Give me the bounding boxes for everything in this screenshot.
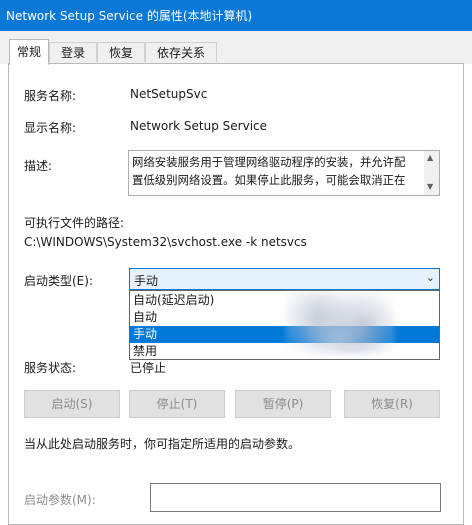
tab-general[interactable]: 常规 — [9, 39, 49, 65]
window-title: Network Setup Service 的属性(本地计算机) — [6, 9, 253, 23]
stop-button[interactable]: 停止(T) — [129, 390, 225, 418]
exe-path-label: 可执行文件的路径: — [24, 216, 125, 230]
description-label: 描述: — [24, 159, 53, 173]
tab-bar: 常规 登录 恢复 依存关系 — [0, 31, 472, 65]
start-params-hint: 当从此处启动服务时，你可指定所适用的启动参数。 — [24, 437, 301, 451]
tab-dependencies[interactable]: 依存关系 — [145, 42, 217, 62]
exe-path-value: C:\WINDOWS\System32\svchost.exe -k netsv… — [24, 235, 307, 249]
description-box[interactable]: 网络安装服务用于管理网络驱动程序的安装，并允许配 置低级别网络设置。如果停止此服… — [128, 150, 440, 196]
tab-logon[interactable]: 登录 — [49, 42, 97, 62]
title-bar[interactable]: Network Setup Service 的属性(本地计算机) — [0, 0, 472, 31]
startup-type-label: 启动类型(E): — [24, 274, 93, 288]
description-scrollbar[interactable]: ▲ ▼ — [424, 151, 439, 195]
startup-type-selected: 手动 — [134, 274, 159, 288]
start-params-label: 启动参数(M): — [24, 493, 96, 507]
blur-overlay — [285, 292, 395, 354]
service-status-label: 服务状态: — [24, 361, 77, 375]
display-name-value: Network Setup Service — [130, 119, 268, 133]
service-name-label: 服务名称: — [24, 89, 77, 103]
chevron-down-icon[interactable]: ⌄ — [426, 271, 435, 284]
resume-button[interactable]: 恢复(R) — [344, 390, 440, 418]
service-status-value: 已停止 — [130, 361, 167, 375]
start-params-input[interactable] — [150, 483, 441, 512]
display-name-label: 显示名称: — [24, 121, 77, 135]
scroll-up-icon[interactable]: ▲ — [427, 153, 433, 162]
startup-type-select[interactable]: 手动 ⌄ — [129, 268, 440, 290]
start-button[interactable]: 启动(S) — [24, 390, 120, 418]
tab-recovery[interactable]: 恢复 — [97, 42, 145, 62]
service-name-value: NetSetupSvc — [130, 87, 208, 101]
description-text: 网络安装服务用于管理网络驱动程序的安装，并允许配 置低级别网络设置。如果停止此服… — [132, 155, 406, 187]
pause-button[interactable]: 暂停(P) — [235, 390, 331, 418]
scroll-down-icon[interactable]: ▼ — [427, 182, 433, 191]
